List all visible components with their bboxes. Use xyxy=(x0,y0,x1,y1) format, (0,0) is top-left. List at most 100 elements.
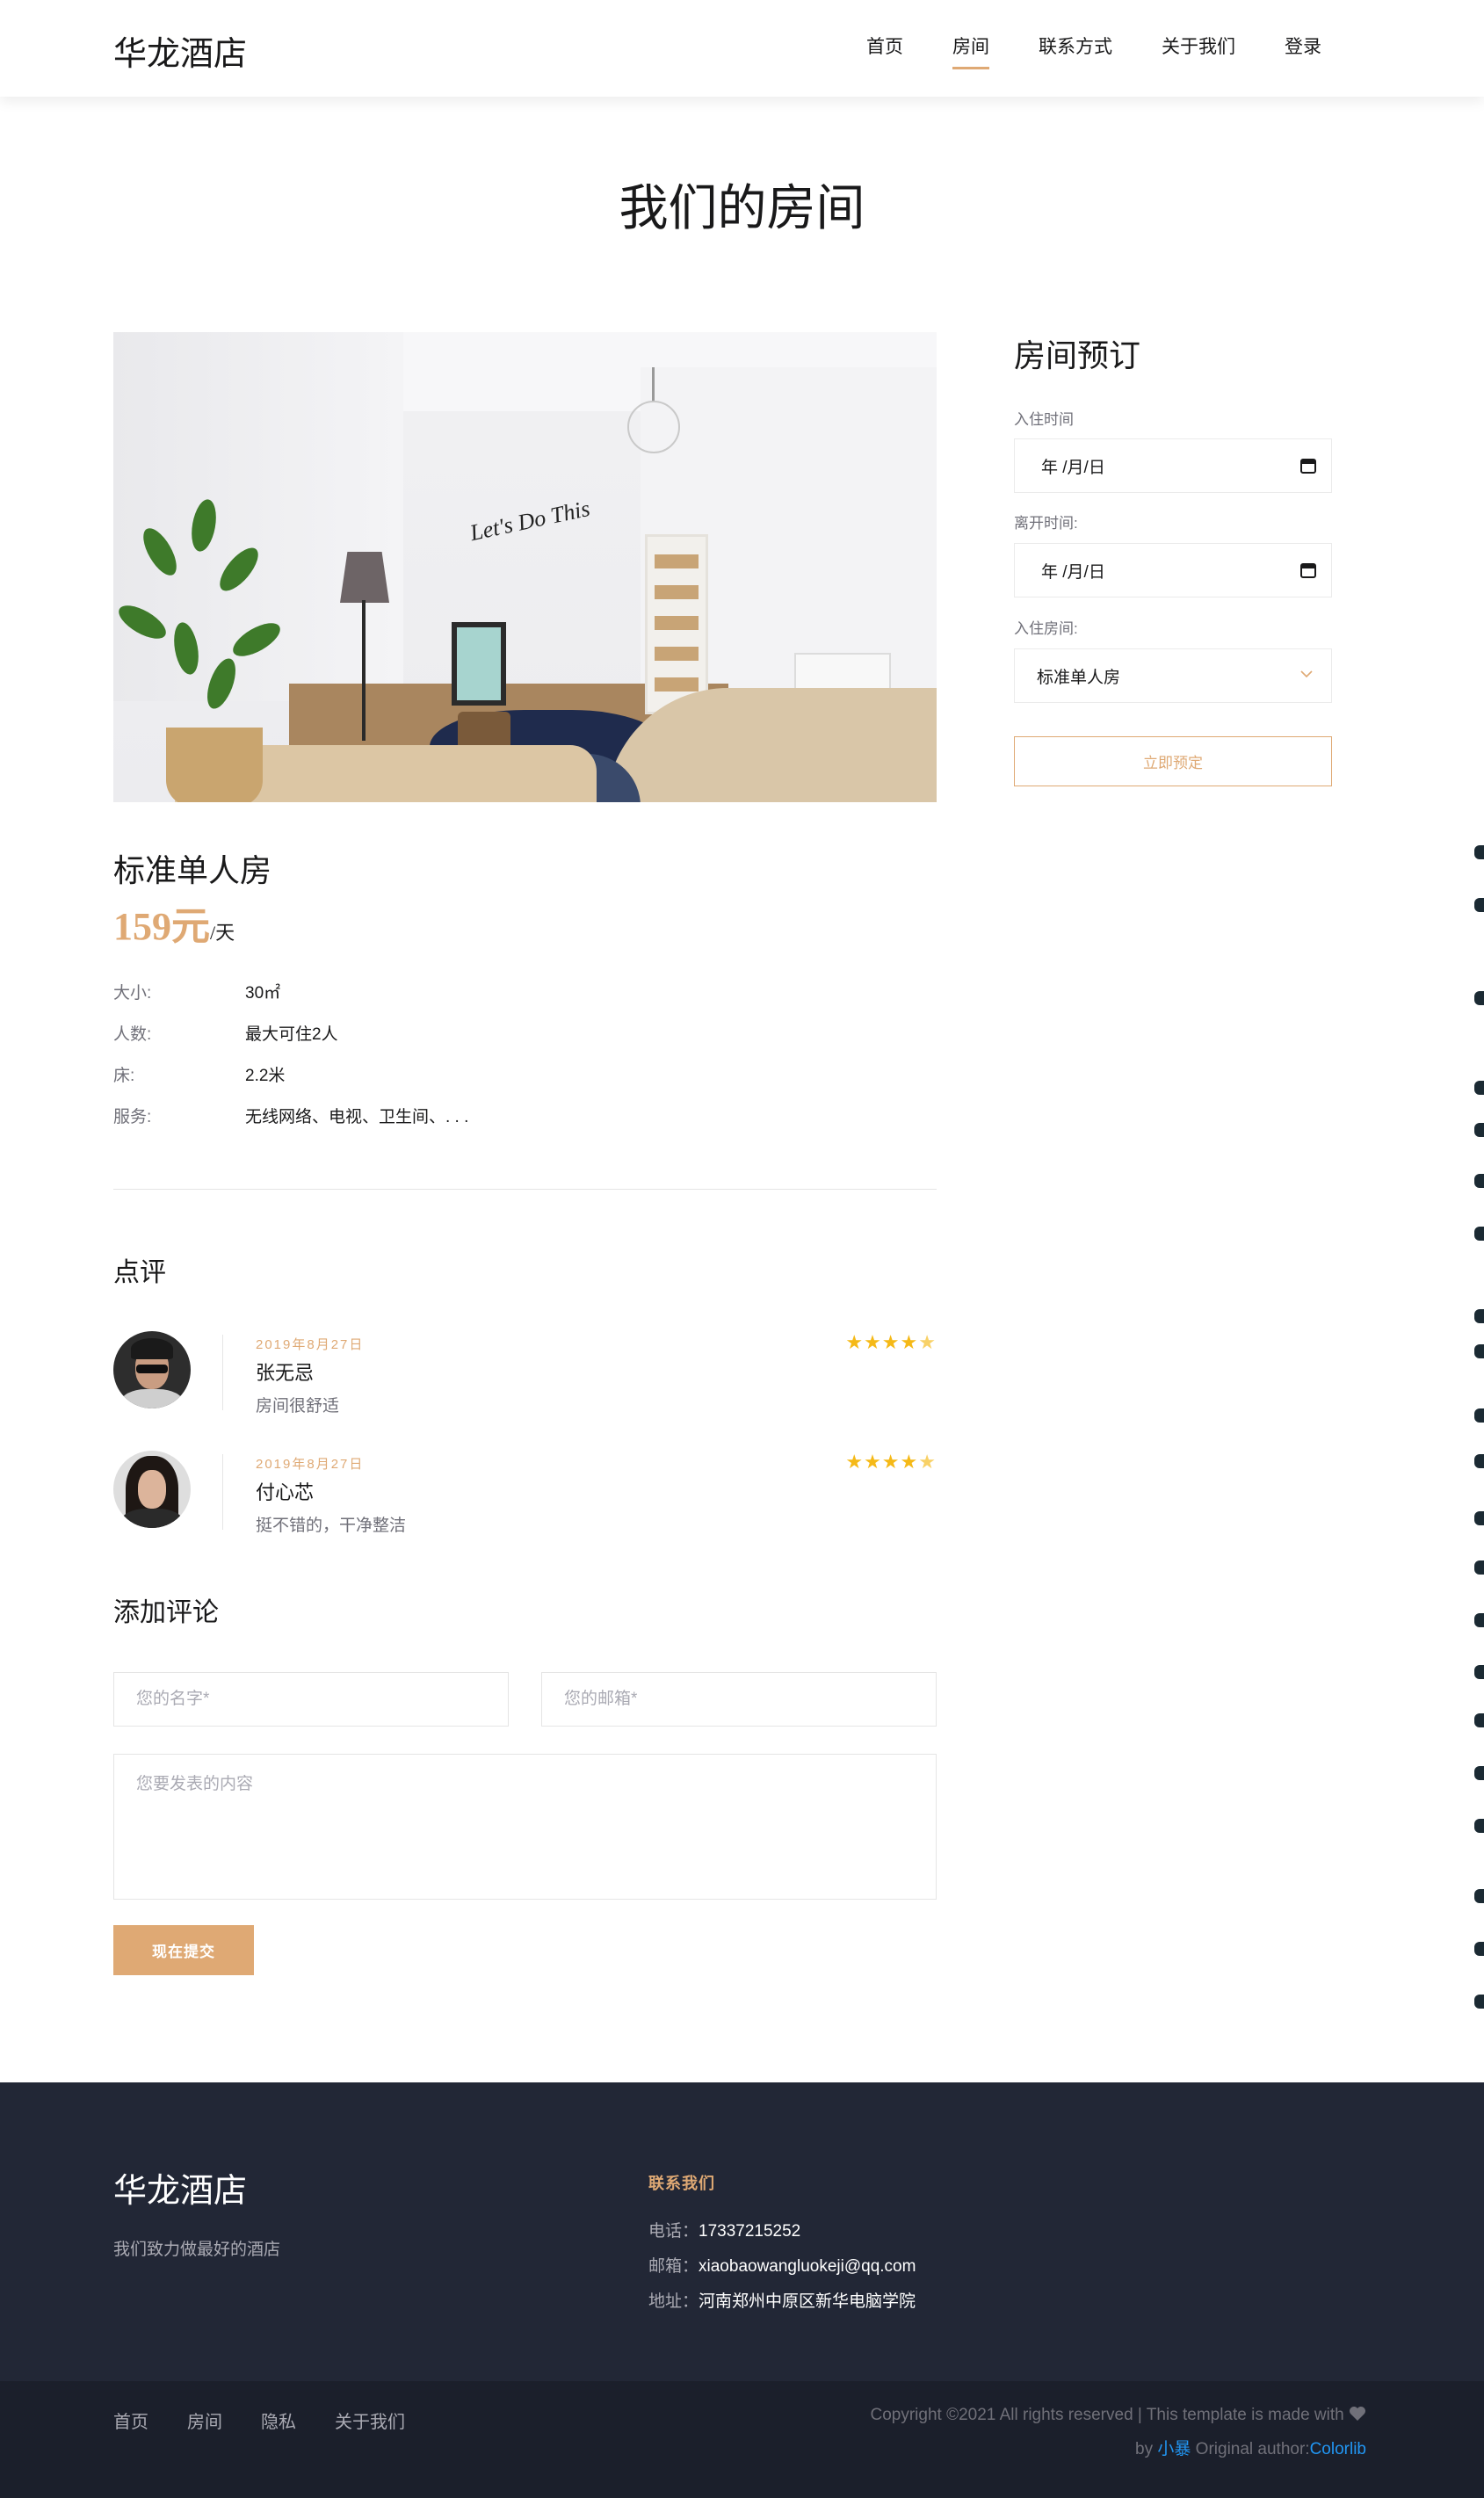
heart-icon xyxy=(1350,2407,1365,2421)
star-icon: ★ xyxy=(845,1331,865,1353)
address-label: 地址： xyxy=(648,2292,699,2311)
book-now-button[interactable]: 立即预定 xyxy=(1014,736,1332,786)
rating-stars: ★★★★★ xyxy=(845,1331,937,1354)
room-select-label: 入住房间: xyxy=(1014,620,1078,637)
content-textarea[interactable] xyxy=(113,1754,937,1900)
spec-row-bed: 床: 2.2米 xyxy=(113,1062,285,1086)
review-author: 张无忌 xyxy=(256,1362,315,1384)
nav-item-login[interactable]: 登录 xyxy=(1285,33,1321,64)
booking-title: 房间预订 xyxy=(1014,338,1141,373)
star-icon: ★ xyxy=(845,1451,865,1473)
main-nav: 首页 房间 联系方式 关于我们 登录 xyxy=(817,0,1321,97)
page-title: 我们的房间 xyxy=(619,182,865,236)
submit-review-button[interactable]: 现在提交 xyxy=(113,1925,254,1975)
checkin-date-input[interactable]: 年 /月/日 xyxy=(1014,438,1332,493)
nav-item-home[interactable]: 首页 xyxy=(866,33,903,64)
avatar xyxy=(113,1331,191,1408)
room-name: 标准单人房 xyxy=(113,853,272,888)
spec-value: 无线网络、电视、卫生间、. . . xyxy=(245,1108,469,1126)
edge-mark xyxy=(1474,1454,1484,1468)
door-slat xyxy=(655,677,699,691)
credit-original: Original author: xyxy=(1195,2440,1310,2458)
edge-mark xyxy=(1474,1174,1484,1188)
room-price-unit: /天 xyxy=(210,922,235,944)
room-select[interactable]: 标准单人房 xyxy=(1014,648,1332,703)
star-icon: ★ xyxy=(864,1331,882,1353)
nav-item-rooms[interactable]: 房间 xyxy=(952,33,989,69)
name-input[interactable] xyxy=(113,1672,509,1727)
spec-row-size: 大小: 30㎡ xyxy=(113,980,280,1003)
checkin-date-value: 年 /月/日 xyxy=(1041,458,1105,477)
copyright-credit: by 小暴 Original author:Colorlib xyxy=(1135,2436,1366,2459)
copyright-text: Copyright ©2021 All rights reserved | Th… xyxy=(870,2406,1344,2424)
edge-mark xyxy=(1474,845,1484,859)
room-photo: Let's Do This xyxy=(113,332,937,802)
avatar xyxy=(113,1451,191,1528)
email-value: xiaobaowangluokeji@qq.com xyxy=(699,2257,916,2276)
footer-nav-privacy[interactable]: 隐私 xyxy=(261,2407,296,2433)
room-price: 159元/天 xyxy=(113,894,235,951)
photo-poster-text: Let's Do This xyxy=(467,495,592,547)
spec-label: 服务: xyxy=(113,1108,152,1126)
review-item: 2019年8月27日 付心芯 挺不错的，干净整洁 ★★★★★ xyxy=(113,1451,937,1539)
section-divider xyxy=(113,1189,937,1190)
edge-mark xyxy=(1474,1560,1484,1575)
footer-nav-rooms[interactable]: 房间 xyxy=(187,2407,222,2433)
author-link[interactable]: 小暴 xyxy=(1157,2440,1191,2458)
calendar-icon[interactable] xyxy=(1299,561,1317,579)
nav-item-contact[interactable]: 联系方式 xyxy=(1039,33,1112,64)
review-divider xyxy=(222,1454,223,1530)
review-item: 2019年8月27日 张无忌 房间很舒适 ★★★★★ xyxy=(113,1331,937,1419)
edge-mark xyxy=(1474,1995,1484,2009)
spec-value: 最大可住2人 xyxy=(245,1025,338,1044)
spec-label: 大小: xyxy=(113,984,152,1003)
footer-nav: 首页 房间 隐私 关于我们 xyxy=(113,2407,444,2433)
spec-label: 人数: xyxy=(113,1025,152,1044)
checkout-date-input[interactable]: 年 /月/日 xyxy=(1014,543,1332,597)
room-select-value: 标准单人房 xyxy=(1037,668,1121,687)
door-slat xyxy=(655,554,699,568)
footer-nav-about[interactable]: 关于我们 xyxy=(335,2407,405,2433)
email-input[interactable] xyxy=(541,1672,937,1727)
photo-door xyxy=(645,534,708,714)
spec-row-services: 服务: 无线网络、电视、卫生间、. . . xyxy=(113,1104,468,1127)
footer-logo[interactable]: 华龙酒店 xyxy=(113,2163,247,2212)
add-review-title: 添加评论 xyxy=(113,1598,219,1627)
calendar-icon[interactable] xyxy=(1299,457,1317,474)
email-label: 邮箱： xyxy=(648,2257,699,2276)
star-icon: ★ xyxy=(881,1451,901,1473)
door-slat xyxy=(655,647,699,661)
photo-plant xyxy=(113,490,315,754)
phone-value: 17337215252 xyxy=(699,2222,801,2241)
address-value: 河南郑州中原区新华电脑学院 xyxy=(699,2292,916,2311)
star-half-icon: ★ xyxy=(918,1451,937,1473)
star-icon: ★ xyxy=(881,1331,901,1353)
edge-mark xyxy=(1474,1613,1484,1627)
colorlib-link[interactable]: Colorlib xyxy=(1310,2440,1366,2458)
rating-stars: ★★★★★ xyxy=(845,1451,937,1473)
spec-value: 2.2米 xyxy=(245,1067,286,1085)
photo-lamp-leg xyxy=(362,600,366,741)
review-date: 2019年8月27日 xyxy=(256,1457,365,1472)
edge-mark xyxy=(1474,1123,1484,1137)
room-price-value: 159元 xyxy=(113,905,210,948)
edge-mark xyxy=(1474,1665,1484,1679)
review-text: 挺不错的，干净整洁 xyxy=(256,1517,407,1535)
photo-pot xyxy=(166,728,263,802)
site-logo[interactable]: 华龙酒店 xyxy=(113,26,247,75)
star-icon: ★ xyxy=(900,1451,919,1473)
edge-mark xyxy=(1474,1713,1484,1727)
photo-picture-frame xyxy=(452,622,506,706)
edge-mark xyxy=(1474,1942,1484,1956)
star-icon: ★ xyxy=(900,1331,919,1353)
edge-mark xyxy=(1474,1511,1484,1525)
footer-phone: 电话：17337215252 xyxy=(648,2218,800,2241)
edge-mark xyxy=(1474,1889,1484,1903)
spec-value: 30㎡ xyxy=(245,984,281,1003)
copyright-line: Copyright ©2021 All rights reserved | Th… xyxy=(871,2406,1367,2425)
footer-email: 邮箱：xiaobaowangluokeji@qq.com xyxy=(648,2253,916,2277)
footer-nav-home[interactable]: 首页 xyxy=(113,2407,148,2433)
edge-mark xyxy=(1474,1408,1484,1423)
nav-item-about[interactable]: 关于我们 xyxy=(1162,33,1235,64)
edge-mark xyxy=(1474,1309,1484,1323)
